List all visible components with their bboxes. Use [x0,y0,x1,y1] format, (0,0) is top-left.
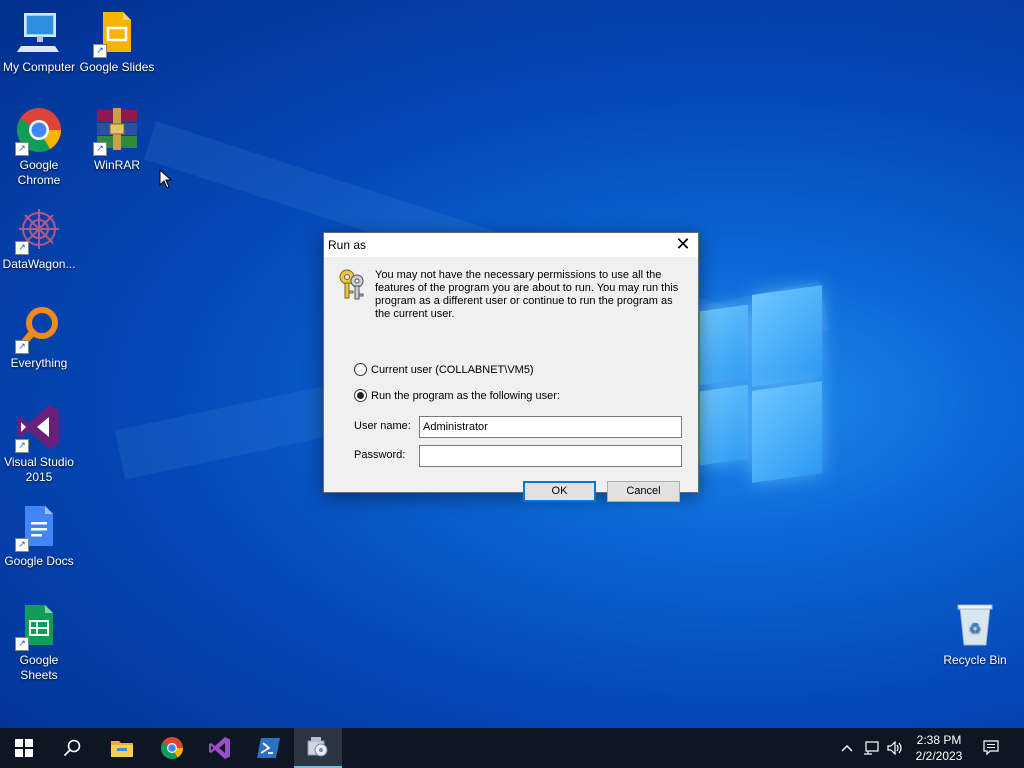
google-sheets-icon: ↗ [15,601,63,651]
password-input[interactable] [419,445,682,467]
network-tray[interactable] [860,728,882,768]
windows-logo-wallpaper [700,285,822,483]
radio-current-user[interactable]: Current user (COLLABNET\VM5) [354,363,534,376]
taskbar: 2:38 PM 2/2/2023 [0,728,1024,768]
desktop-icon-label: Recycle Bin [943,653,1007,667]
desktop-icon-datawagon[interactable]: ↗ DataWagon... [0,205,78,272]
desktop-icon-google-chrome[interactable]: ↗ Google Chrome [0,106,78,188]
visual-studio-icon: ↗ [15,403,63,453]
shortcut-arrow-icon: ↗ [15,340,29,354]
radio-following-user[interactable]: Run the program as the following user: [354,389,560,402]
permission-message: You may not have the necessary permissio… [375,269,679,320]
shortcut-arrow-icon: ↗ [15,439,29,453]
desktop-icon-google-docs[interactable]: ↗ Google Docs [0,502,78,569]
shortcut-arrow-icon: ↗ [15,142,29,156]
cancel-button[interactable]: Cancel [607,481,680,502]
dialog-title: Run as [328,238,367,252]
radio-label-current: Current user (COLLABNET\VM5) [371,363,534,376]
taskbar-chrome[interactable] [148,728,196,768]
shortcut-arrow-icon: ↗ [15,637,29,651]
recycle-bin-icon: ♻ [951,601,999,649]
ok-button[interactable]: OK [523,481,596,502]
shortcut-arrow-icon: ↗ [93,142,107,156]
shortcut-arrow-icon: ↗ [15,241,29,255]
username-label: User name: [354,420,411,432]
volume-tray[interactable] [884,728,906,768]
password-label: Password: [354,449,406,461]
desktop-icon-label: DataWagon... [2,257,76,271]
volume-icon [887,741,902,755]
taskbar-powershell[interactable] [245,728,293,768]
start-button[interactable] [0,728,48,768]
search-button[interactable] [48,728,96,768]
clock-time: 2:38 PM [916,733,962,747]
powershell-icon [257,738,280,758]
chrome-icon [161,737,183,759]
google-docs-icon: ↗ [15,502,63,552]
datawagon-icon: ↗ [15,205,63,255]
show-hidden-icons[interactable] [838,728,856,768]
file-explorer-icon [111,741,133,757]
search-icon [63,739,81,757]
shortcut-arrow-icon: ↗ [15,538,29,552]
radio-button-following[interactable] [354,389,367,402]
desktop-icon-my-computer[interactable]: My Computer [0,8,78,75]
winrar-icon: ↗ [93,106,141,156]
svg-text:♻: ♻ [969,621,982,637]
notification-center-button[interactable] [976,728,1006,768]
clock[interactable]: 2:38 PM 2/2/2023 [904,732,974,764]
desktop-icon-label: Google Docs [4,554,74,568]
desktop-icon-label: My Computer [2,60,76,74]
radio-button-current[interactable] [354,363,367,376]
mouse-cursor-icon [159,169,173,189]
desktop-icon-label: Google Slides [79,60,155,74]
chrome-icon: ↗ [15,106,63,156]
desktop-icon-label: Everything [10,356,68,370]
desktop-icon-label: Visual Studio 2015 [4,455,74,484]
chevron-up-icon [841,745,853,752]
dialog-body: You may not have the necessary permissio… [324,257,698,502]
notification-icon [983,740,999,756]
desktop-icon-everything[interactable]: ↗ Everything [0,304,78,371]
everything-icon: ↗ [15,304,63,354]
desktop-icon-visual-studio[interactable]: ↗ Visual Studio 2015 [0,403,78,485]
run-as-dialog: Run as ✕ You may not have the necessary … [323,232,699,502]
close-button[interactable]: ✕ [668,233,698,257]
taskbar-visual-studio[interactable] [196,728,244,768]
shortcut-arrow-icon: ↗ [93,44,107,58]
visual-studio-icon [209,737,230,759]
clock-date: 2/2/2023 [915,749,963,763]
network-icon [864,741,879,755]
desktop-icon-google-slides[interactable]: ↗ Google Slides [78,8,156,75]
desktop-icon-winrar[interactable]: ↗ WinRAR [78,106,156,173]
desktop-icon-google-sheets[interactable]: ↗ Google Sheets [0,601,78,683]
desktop-icon-label: Google Chrome [17,158,61,187]
desktop-icon-label: WinRAR [93,158,140,172]
username-input[interactable]: Administrator [419,416,682,438]
computer-icon [15,8,63,56]
close-icon: ✕ [675,234,691,254]
radio-label-following: Run the program as the following user: [371,389,560,402]
start-icon [15,739,33,757]
desktop-icon-label: Google Sheets [19,653,59,682]
desktop-icon-recycle-bin[interactable]: ♻ Recycle Bin [936,601,1014,668]
runas-app-icon [307,737,328,757]
taskbar-runas-app[interactable] [294,728,342,768]
dialog-titlebar[interactable]: Run as ✕ [324,233,698,257]
taskbar-file-explorer[interactable] [98,728,146,768]
keys-icon [339,269,364,300]
google-slides-icon: ↗ [93,8,141,58]
